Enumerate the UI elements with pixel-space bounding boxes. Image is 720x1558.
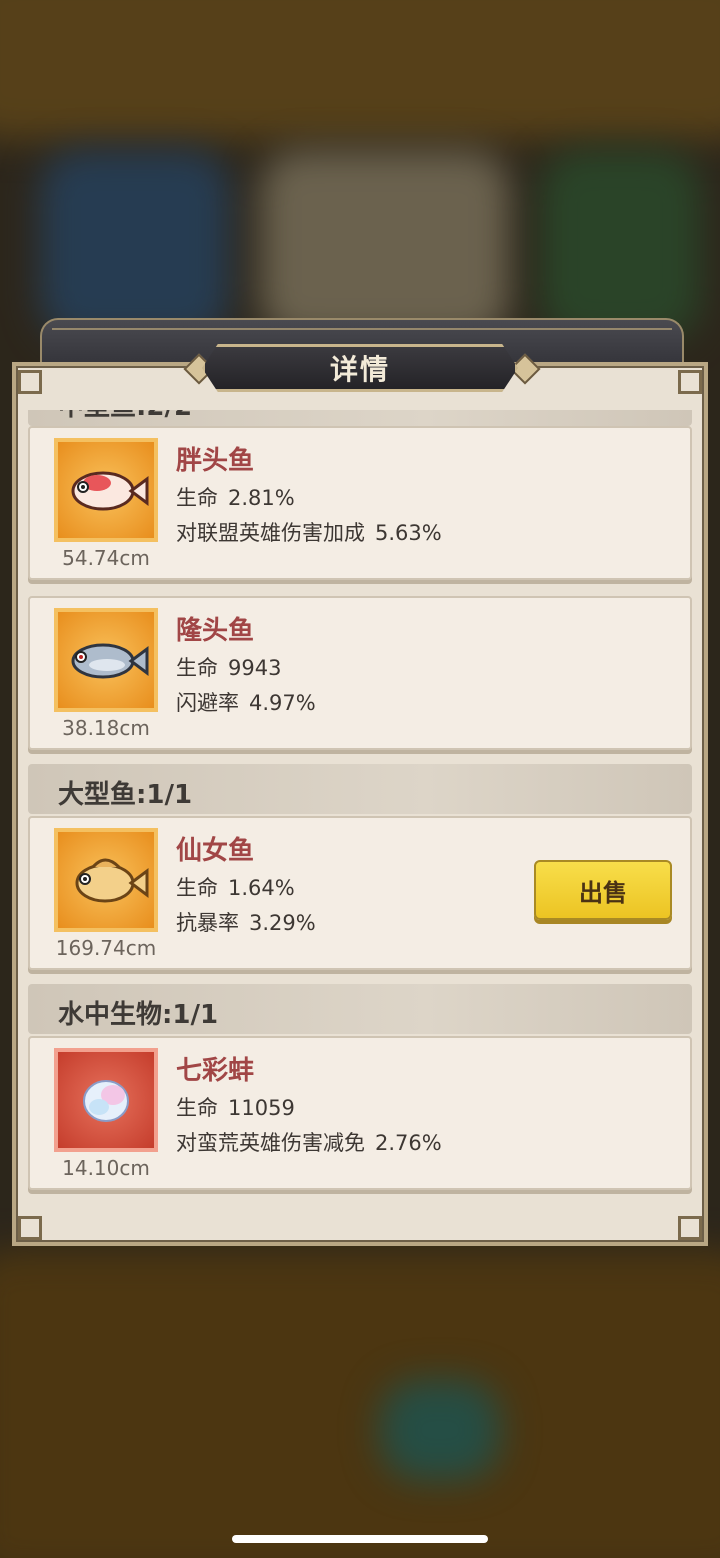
list-item: 169.74cm 仙女鱼 生命 1.64% 抗暴率 3.29% 出售 xyxy=(28,816,692,970)
fairy-fish-icon[interactable] xyxy=(54,828,158,932)
item-size: 14.10cm xyxy=(62,1156,150,1180)
item-stat: 闪避率 4.97% xyxy=(176,691,316,715)
item-size: 169.74cm xyxy=(55,936,157,960)
item-name: 仙女鱼 xyxy=(176,836,255,866)
list-item: 54.74cm 胖头鱼 生命 2.81% 对联盟英雄伤害加成 5.63% xyxy=(28,426,692,580)
detail-dialog: 详情 中型鱼:2/2 54.74cm 胖头鱼 生命2.81% 对联盟英雄伤害加成… xyxy=(12,318,708,1246)
list-item: 14.10cm 七彩蚌 生命 11059 对蛮荒英雄伤害减免 2.76% xyxy=(28,1036,692,1190)
section-header-medium-fish: 中型鱼:2/2 xyxy=(28,410,692,426)
pufferfish-icon[interactable] xyxy=(54,438,158,542)
item-stat: 对联盟英雄伤害加成 5.63% xyxy=(176,521,442,545)
corner-ornament xyxy=(678,370,702,394)
corner-ornament xyxy=(18,370,42,394)
item-stat: 生命 1.64% xyxy=(176,876,295,900)
item-size: 54.74cm xyxy=(62,546,150,570)
item-name: 七彩蚌 xyxy=(176,1056,255,1086)
item-stat: 抗暴率 3.29% xyxy=(176,911,316,935)
item-stat: 对蛮荒英雄伤害减免 2.76% xyxy=(176,1131,442,1155)
section-header-large-fish: 大型鱼:1/1 xyxy=(28,764,692,814)
item-name: 胖头鱼 xyxy=(176,446,255,476)
list-item: 38.18cm 隆头鱼 生命 9943 闪避率 4.97% xyxy=(28,596,692,750)
section-header-aquatic-creatures: 水中生物:1/1 xyxy=(28,984,692,1034)
dialog-title-plaque: 详情 xyxy=(202,344,518,392)
corner-ornament xyxy=(18,1216,42,1240)
fish-list[interactable]: 中型鱼:2/2 54.74cm 胖头鱼 生命2.81% 对联盟英雄伤害加成5.6… xyxy=(28,410,692,1216)
home-indicator[interactable] xyxy=(232,1535,488,1543)
item-name: 隆头鱼 xyxy=(176,616,255,646)
clam-icon[interactable] xyxy=(54,1048,158,1152)
sell-button[interactable]: 出售 xyxy=(534,860,672,920)
dialog-title: 详情 xyxy=(329,353,390,386)
item-size: 38.18cm xyxy=(62,716,150,740)
wrasse-icon[interactable] xyxy=(54,608,158,712)
corner-ornament xyxy=(678,1216,702,1240)
item-stat: 生命 11059 xyxy=(176,1096,295,1120)
item-stat: 生命 2.81% xyxy=(176,486,295,510)
item-stat: 生命 9943 xyxy=(176,656,282,680)
